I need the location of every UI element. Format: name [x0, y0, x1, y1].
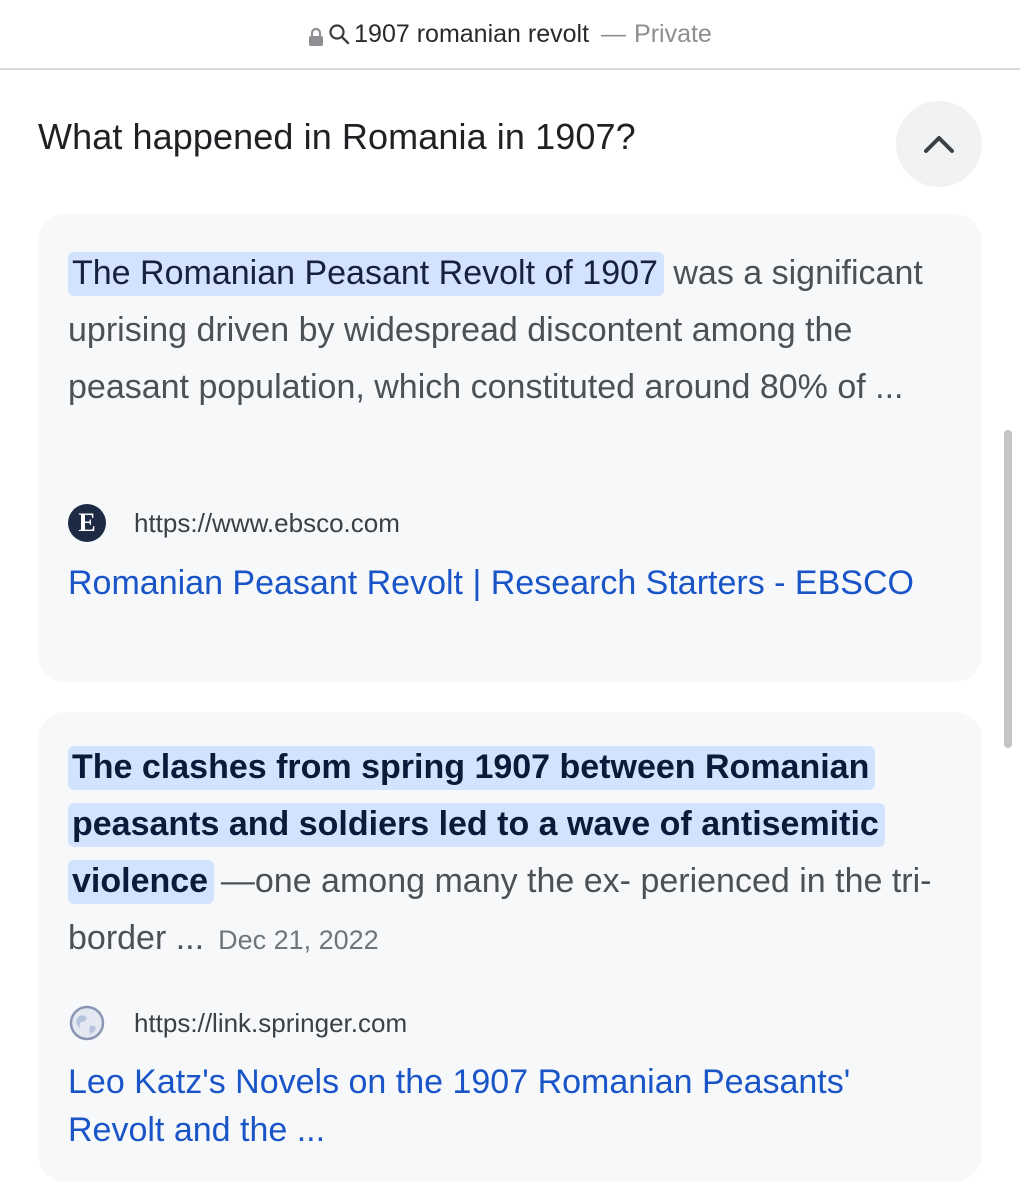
search-icon — [328, 23, 350, 45]
snippet-highlight: The Romanian Peasant Revolt of 1907 — [68, 252, 664, 296]
private-label: Private — [634, 19, 712, 48]
source-url: https://link.springer.com — [134, 1007, 408, 1038]
result-card[interactable]: The Romanian Peasant Revolt of 1907 was … — [38, 214, 982, 682]
result-date: Dec 21, 2022 — [218, 925, 379, 955]
result-title-link[interactable]: Romanian Peasant Revolt | Research Start… — [68, 559, 948, 607]
result-snippet: The Romanian Peasant Revolt of 1907 was … — [68, 214, 952, 416]
source-row: E https://www.ebsco.com — [68, 504, 400, 542]
result-card[interactable]: The clashes from spring 1907 between Rom… — [38, 712, 982, 1182]
result-snippet: The clashes from spring 1907 between Rom… — [68, 712, 952, 969]
question-heading: What happened in Romania in 1907? — [38, 116, 636, 157]
source-row: https://link.springer.com — [68, 1004, 407, 1042]
chevron-up-icon — [924, 136, 954, 153]
address-bar[interactable]: 1907 romanian revolt — Private — [0, 0, 1020, 70]
source-url: https://www.ebsco.com — [134, 507, 400, 538]
globe-icon — [68, 1004, 106, 1042]
ebsco-logo-icon: E — [68, 504, 106, 542]
result-title-link[interactable]: Leo Katz's Novels on the 1907 Romanian P… — [68, 1058, 948, 1154]
scrollbar[interactable] — [1004, 430, 1012, 748]
separator: — — [601, 19, 627, 48]
lock-icon — [308, 25, 324, 46]
search-query: 1907 romanian revolt — [354, 19, 590, 48]
collapse-button[interactable] — [896, 101, 982, 187]
